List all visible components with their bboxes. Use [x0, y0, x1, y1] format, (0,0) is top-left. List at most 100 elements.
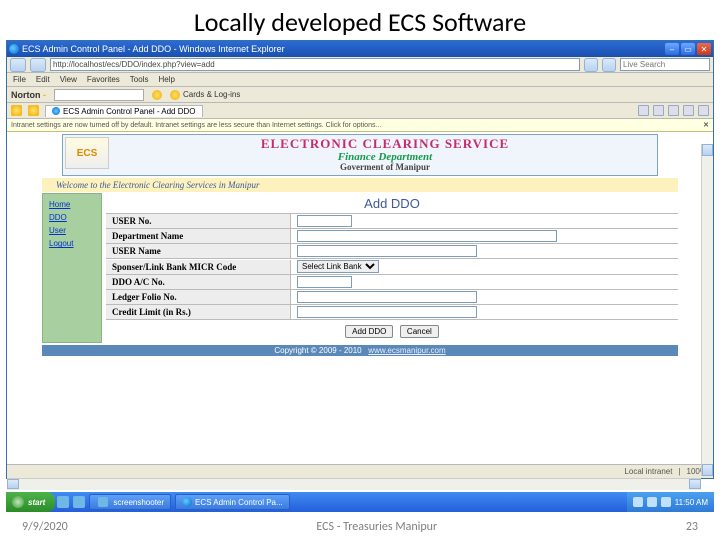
tab-favicon-icon — [52, 107, 60, 115]
quicklaunch-icon[interactable] — [73, 496, 85, 508]
tray-icon[interactable] — [633, 497, 643, 507]
label-ledger: Ledger Folio No. — [106, 290, 291, 304]
input-dept-name[interactable] — [297, 230, 557, 242]
page-content: ECS ELECTRONIC CLEARING SERVICE Finance … — [7, 134, 713, 464]
home-icon[interactable] — [638, 105, 649, 116]
label-user-name: USER Name — [106, 244, 291, 258]
input-ddo-ac[interactable] — [297, 276, 352, 288]
menu-edit[interactable]: Edit — [36, 75, 50, 84]
nav-home[interactable]: Home — [45, 198, 99, 211]
nav-ddo[interactable]: DDO — [45, 211, 99, 224]
scroll-track[interactable] — [702, 156, 713, 464]
banner-logo: ECS — [65, 137, 109, 169]
tools-menu-icon[interactable] — [698, 105, 709, 116]
minimize-button[interactable]: – — [665, 43, 679, 55]
browser-tab[interactable]: ECS Admin Control Panel - Add DDO — [45, 105, 203, 117]
menu-bar: File Edit View Favorites Tools Help — [7, 73, 713, 87]
norton-search-input[interactable] — [54, 89, 144, 101]
menu-tools[interactable]: Tools — [130, 75, 149, 84]
banner-heading-1: ELECTRONIC CLEARING SERVICE — [115, 137, 655, 151]
footer-center: ECS - Treasuries Manipur — [316, 520, 437, 534]
side-nav: Home DDO User Logout — [42, 193, 102, 343]
search-input[interactable] — [620, 58, 710, 71]
tab-label: ECS Admin Control Panel - Add DDO — [63, 107, 196, 116]
slide-footer: 9/9/2020 ECS - Treasuries Manipur 23 — [0, 514, 720, 540]
quicklaunch-icon[interactable] — [57, 496, 69, 508]
page-menu-icon[interactable] — [683, 105, 694, 116]
infobar-close-icon[interactable]: ✕ — [703, 121, 709, 129]
app-icon — [98, 497, 108, 507]
back-button[interactable] — [10, 58, 26, 72]
label-ddo-ac: DDO A/C No. — [106, 275, 291, 289]
close-button[interactable]: ✕ — [697, 43, 711, 55]
scroll-up-icon[interactable] — [702, 144, 713, 156]
tray-clock: 11:50 AM — [675, 498, 708, 507]
vertical-scrollbar[interactable] — [701, 144, 713, 476]
label-dept-name: Department Name — [106, 229, 291, 243]
forward-button[interactable] — [30, 58, 46, 72]
refresh-button[interactable] — [584, 58, 598, 72]
tray-icon[interactable] — [647, 497, 657, 507]
information-bar[interactable]: Intranet settings are now turned off by … — [7, 119, 713, 132]
select-link-bank[interactable]: Select Link Bank — [297, 260, 379, 273]
label-bank: Sponser/Link Bank MICR Code — [106, 260, 291, 274]
form-title: Add DDO — [106, 193, 678, 214]
copyright-strip: Copyright © 2009 - 2010 www.ecsmanipur.c… — [42, 345, 678, 356]
print-icon[interactable] — [668, 105, 679, 116]
ie-status-bar: Local intranet | 100% — [7, 464, 713, 478]
menu-file[interactable]: File — [13, 75, 26, 84]
cancel-button[interactable]: Cancel — [400, 325, 439, 338]
tray-icon[interactable] — [661, 497, 671, 507]
footer-date: 9/9/2020 — [22, 520, 68, 534]
window-titlebar: ECS Admin Control Panel - Add DDO - Wind… — [7, 41, 713, 57]
nav-logout[interactable]: Logout — [45, 237, 99, 250]
form-panel: Add DDO USER No. Department Name USER Na… — [106, 193, 678, 343]
taskbar-item-ie[interactable]: ECS Admin Control Pa... — [175, 494, 290, 510]
banner: ECS ELECTRONIC CLEARING SERVICE Finance … — [62, 134, 658, 176]
scroll-down-icon[interactable] — [702, 464, 713, 476]
norton-chip-icon — [170, 90, 180, 100]
windows-taskbar: start screenshooter ECS Admin Control Pa… — [6, 492, 714, 512]
scroll-left-icon[interactable] — [7, 479, 19, 489]
welcome-strip: Welcome to the Electronic Clearing Servi… — [42, 178, 678, 192]
start-button[interactable]: start — [6, 492, 55, 512]
label-user-no: USER No. — [106, 214, 291, 228]
feeds-icon[interactable] — [653, 105, 664, 116]
stop-button[interactable] — [602, 58, 616, 72]
system-tray: 11:50 AM — [627, 492, 714, 512]
tabs-bar: ECS Admin Control Panel - Add DDO — [7, 103, 713, 119]
nav-user[interactable]: User — [45, 224, 99, 237]
addfav-icon[interactable] — [28, 105, 39, 116]
input-user-no[interactable] — [297, 215, 352, 227]
copyright-link[interactable]: www.ecsmanipur.com — [368, 346, 445, 355]
norton-toolbar: Norton - Cards & Log-ins — [7, 87, 713, 103]
input-credit[interactable] — [297, 306, 477, 318]
footer-page-number: 23 — [686, 520, 698, 534]
address-input[interactable] — [50, 58, 580, 71]
menu-help[interactable]: Help — [158, 75, 174, 84]
input-ledger[interactable] — [297, 291, 477, 303]
scroll-h-track[interactable] — [19, 479, 689, 490]
label-credit: Credit Limit (in Rs.) — [106, 305, 291, 319]
windows-logo-icon — [12, 496, 24, 508]
menu-view[interactable]: View — [60, 75, 77, 84]
status-zone: Local intranet — [624, 467, 672, 476]
norton-cards-button[interactable]: Cards & Log-ins — [170, 90, 240, 100]
horizontal-scrollbar[interactable] — [7, 478, 701, 490]
slide-title: Locally developed ECS Software — [0, 0, 720, 40]
navigation-bar — [7, 57, 713, 73]
norton-chip-label: Cards & Log-ins — [183, 90, 240, 99]
maximize-button[interactable]: ▭ — [681, 43, 695, 55]
taskbar-item-screenshooter[interactable]: screenshooter — [89, 494, 171, 510]
menu-favorites[interactable]: Favorites — [87, 75, 120, 84]
banner-heading-3: Goverment of Manipur — [115, 163, 655, 173]
scroll-right-icon[interactable] — [689, 479, 701, 489]
input-user-name[interactable] — [297, 245, 477, 257]
ie-icon — [9, 44, 19, 54]
favorites-icon[interactable] — [11, 105, 22, 116]
infobar-text: Intranet settings are now turned off by … — [11, 122, 381, 129]
norton-logo: Norton - — [11, 90, 46, 100]
norton-search-icon[interactable] — [152, 90, 162, 100]
ie-icon — [182, 497, 192, 507]
add-ddo-button[interactable]: Add DDO — [345, 325, 393, 338]
